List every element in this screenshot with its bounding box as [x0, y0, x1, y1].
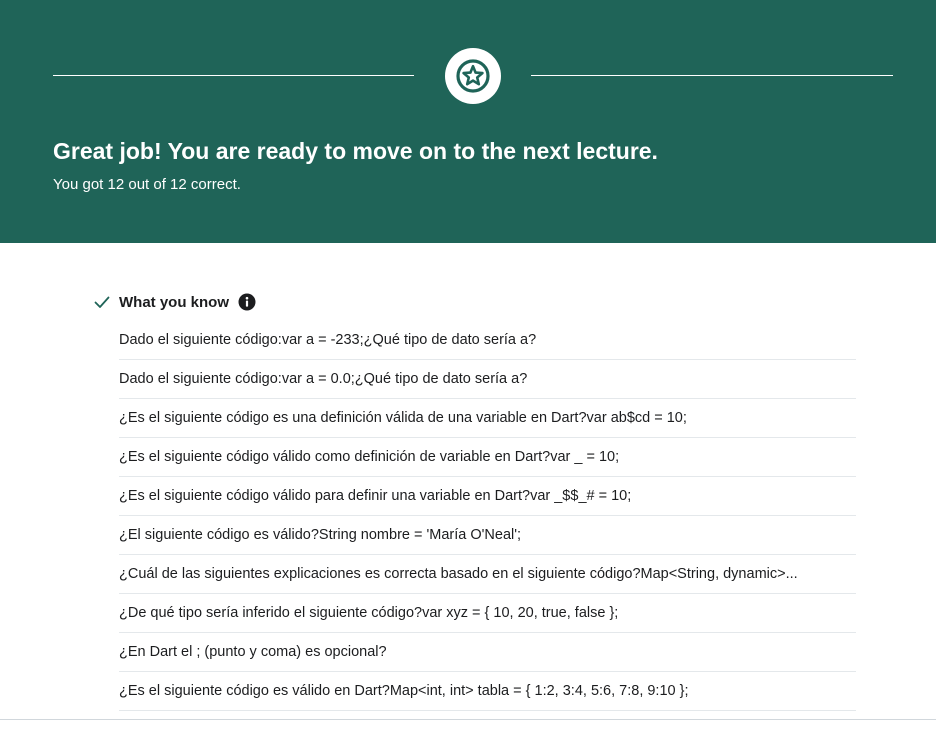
result-banner: Great job! You are ready to move on to t…	[0, 0, 936, 243]
question-item[interactable]: Dado el siguiente código:var a = 0.0;¿Qu…	[119, 360, 856, 399]
question-item[interactable]: Dado el siguiente código:var a = -233;¿Q…	[119, 321, 856, 360]
result-heading: Great job! You are ready to move on to t…	[53, 138, 658, 164]
question-item[interactable]: ¿El siguiente código es válido?String no…	[119, 516, 856, 555]
question-item[interactable]: ¿En Dart el ; (punto y coma) es opcional…	[119, 633, 856, 672]
results-panel: What you know Dado el siguiente código:v…	[0, 243, 936, 730]
section-title: What you know	[119, 293, 229, 311]
question-list: Dado el siguiente código:var a = -233;¿Q…	[119, 321, 856, 711]
question-item[interactable]: ¿Cuál de las siguientes explicaciones es…	[119, 555, 856, 594]
bottom-divider	[0, 719, 936, 720]
what-you-know-header: What you know	[93, 291, 256, 313]
question-item[interactable]: ¿Es el siguiente código es una definició…	[119, 399, 856, 438]
question-item[interactable]: ¿Es el siguiente código válido como defi…	[119, 438, 856, 477]
divider-left	[53, 75, 414, 76]
question-item[interactable]: ¿De qué tipo sería inferido el siguiente…	[119, 594, 856, 633]
question-item[interactable]: ¿Es el siguiente código es válido en Dar…	[119, 672, 856, 711]
result-score: You got 12 out of 12 correct.	[53, 176, 241, 193]
divider-right	[531, 75, 893, 76]
check-icon	[93, 293, 111, 311]
info-icon[interactable]	[238, 293, 256, 311]
star-icon	[445, 48, 501, 104]
question-item[interactable]: ¿Es el siguiente código válido para defi…	[119, 477, 856, 516]
